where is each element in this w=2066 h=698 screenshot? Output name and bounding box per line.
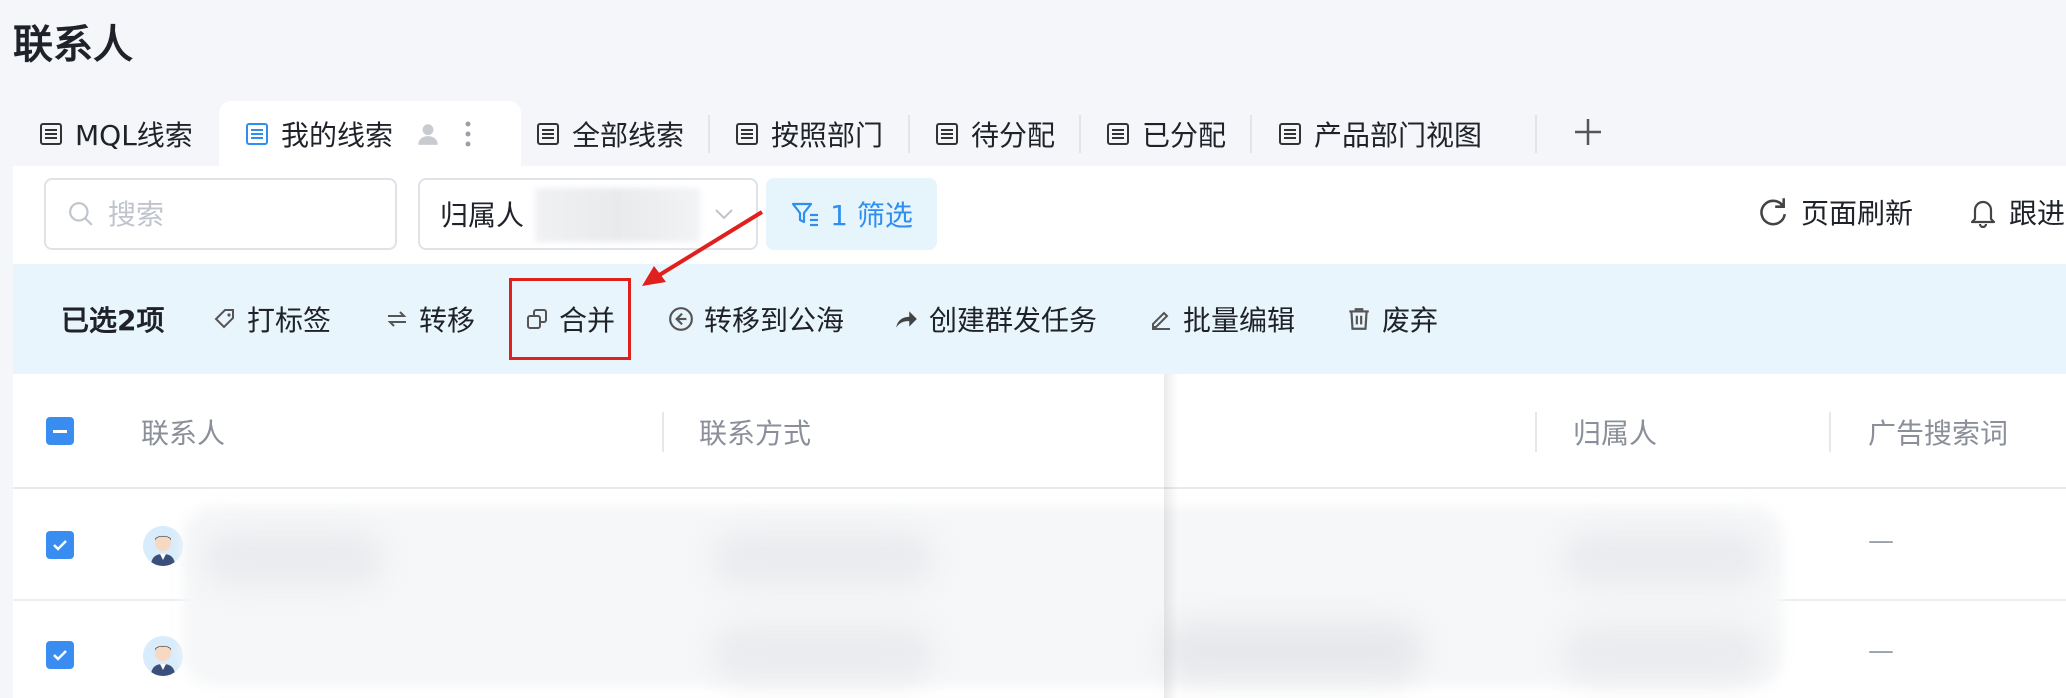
follow-label: 跟进 (2009, 197, 2066, 230)
discard-label: 废弃 (1382, 304, 1439, 337)
merge-highlight-box (509, 278, 631, 360)
redacted-area (713, 626, 933, 681)
transfer-label: 转移 (419, 304, 476, 337)
tab-label: 全部线索 (572, 118, 685, 152)
tab-assigned[interactable]: 已分配 (1106, 101, 1226, 166)
tab-label: MQL线索 (75, 118, 193, 152)
page-title: 联系人 (13, 22, 133, 68)
refresh-button[interactable]: 页面刷新 (1755, 192, 1913, 232)
tab-mql-leads[interactable]: MQL线索 (39, 101, 193, 166)
redacted-area (1563, 531, 1763, 586)
batch-edit-button[interactable]: 批量编辑 (1149, 264, 1295, 374)
ad-keyword-cell: — (1868, 636, 1894, 666)
select-all-checkbox[interactable] (46, 417, 74, 445)
filter-label: 1 筛选 (830, 199, 913, 232)
table-header: 联系人 联系方式 归属人 广告搜索词 (13, 374, 2066, 489)
tab-my-leads[interactable]: 我的线索 (219, 101, 521, 166)
tag-icon (214, 309, 234, 329)
mass-task-button[interactable]: 创建群发任务 (893, 264, 1097, 374)
ad-keyword-cell: — (1868, 526, 1894, 556)
to-sea-label: 转移到公海 (704, 304, 845, 337)
transfer-button[interactable]: 转移 (385, 264, 475, 374)
tab-product-dept-view[interactable]: 产品部门视图 (1278, 101, 1482, 166)
selected-count: 已选2项 (61, 304, 165, 337)
redacted-area (183, 506, 1783, 686)
follow-button[interactable]: 跟进 (1967, 192, 2065, 232)
list-icon (1279, 122, 1301, 145)
tab-label: 已分配 (1142, 118, 1227, 152)
filter-icon (792, 202, 819, 227)
tab-by-department[interactable]: 按照部门 (735, 101, 883, 166)
tab-all-leads[interactable]: 全部线索 (536, 101, 684, 166)
search-box[interactable] (44, 178, 397, 250)
edit-icon (1152, 311, 1170, 330)
avatar (143, 636, 183, 676)
tab-label: 产品部门视图 (1314, 118, 1483, 152)
list-icon (40, 122, 62, 145)
list-icon (537, 122, 559, 145)
refresh-icon (1760, 198, 1787, 226)
redacted-area (1563, 626, 1763, 681)
refresh-label: 页面刷新 (1801, 197, 1914, 230)
list-icon (1107, 122, 1129, 145)
tab-label: 待分配 (971, 118, 1056, 152)
main-panel: 归属人 1 筛选 页面刷新 跟进 已选2项 打标签 转移 合并 (13, 166, 2066, 698)
redacted-area (1163, 621, 1423, 681)
bell-icon (1970, 200, 1996, 228)
row-checkbox[interactable] (46, 531, 74, 559)
search-input[interactable] (108, 197, 358, 231)
view-tabs: MQL线索 我的线索 全部线索 按照部门 待分配 已分配 产品部门视图 (13, 101, 2066, 166)
tab-pending-assign[interactable]: 待分配 (935, 101, 1055, 166)
owner-label: 归属人 (440, 199, 525, 232)
bulk-action-bar: 已选2项 打标签 转移 合并 转移到公海 创建群发任务 批量编辑 废弃 (13, 264, 2066, 374)
mass-task-label: 创建群发任务 (929, 304, 1098, 337)
more-vertical-icon[interactable] (463, 119, 473, 149)
plus-icon (1575, 119, 1601, 145)
list-icon (246, 122, 268, 145)
user-icon (418, 123, 438, 145)
tab-label: 我的线索 (281, 118, 394, 152)
trash-icon (1349, 308, 1369, 330)
add-view-button[interactable] (1573, 111, 1603, 157)
column-header-ad-keyword[interactable]: 广告搜索词 (1868, 374, 2008, 489)
avatar (143, 526, 183, 566)
list-icon (936, 122, 958, 145)
share-icon (896, 311, 917, 328)
list-icon (736, 122, 758, 145)
tag-button[interactable]: 打标签 (213, 264, 331, 374)
column-header-owner[interactable]: 归属人 (1573, 374, 1657, 489)
discard-button[interactable]: 废弃 (1346, 264, 1438, 374)
column-header-contact[interactable]: 联系人 (141, 374, 225, 489)
fixed-column-shadow (1164, 374, 1178, 698)
redacted-area (713, 531, 933, 586)
transfer-icon (387, 311, 407, 327)
filter-button[interactable]: 1 筛选 (766, 178, 937, 250)
annotation-arrow (642, 210, 764, 286)
tab-label: 按照部门 (771, 118, 884, 152)
row-checkbox[interactable] (46, 641, 74, 669)
search-icon (69, 202, 93, 226)
column-header-contact-method[interactable]: 联系方式 (699, 374, 811, 489)
tag-label: 打标签 (247, 304, 332, 337)
redacted-area (203, 531, 383, 586)
batch-edit-label: 批量编辑 (1183, 304, 1296, 337)
sea-icon (669, 307, 693, 331)
